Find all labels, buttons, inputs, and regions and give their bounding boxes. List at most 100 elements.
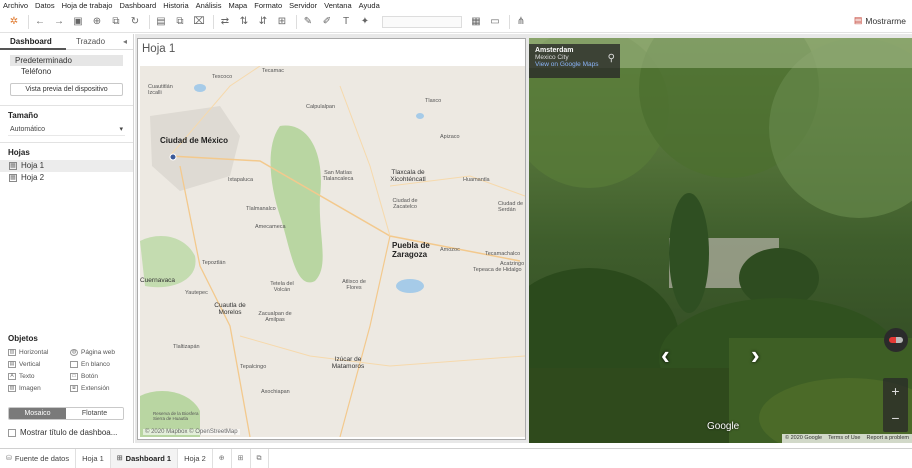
duplicate-icon[interactable]: ⧉ [172,14,188,30]
tab-hoja1[interactable]: Hoja 1 [76,448,111,468]
tiled-button[interactable]: Mosaico [9,408,66,419]
pause-icon[interactable]: ⧉ [108,14,124,30]
device-phone[interactable]: Teléfono [0,66,133,77]
size-select[interactable]: Automático ▾ [8,124,125,136]
object-horizontal[interactable]: ▥ Horizontal [8,348,70,357]
menu-servidor[interactable]: Servidor [289,1,317,10]
object-vertical[interactable]: ▤ Vertical [8,360,70,369]
map-label: Ixtapaluca [228,177,254,183]
redo-icon[interactable]: → [51,14,67,30]
street-view-info-card: Amsterdam Mexico City View on Google Map… [529,44,620,78]
zoom-out-button[interactable]: − [883,405,908,432]
map-label: Tecamachalco [485,251,521,257]
pin-icon[interactable]: ✐ [319,14,335,30]
tab-data-source[interactable]: ⛁ Fuente de datos [0,448,77,468]
location-marker[interactable] [169,153,177,161]
object-text[interactable]: A Texto [8,372,70,381]
sheet-container[interactable]: Hoja 1 Ciudad de México Puebla de Zarago… [137,38,526,440]
menu-ventana[interactable]: Ventana [324,1,352,10]
street-view-footer: © 2020 Google Terms of Use Report a prob… [782,434,912,443]
menu-dashboard[interactable]: Dashboard [119,1,156,10]
report-problem-link[interactable]: Report a problem [867,434,910,443]
menu-datos[interactable]: Datos [35,1,55,10]
sheet-icon: ▦ [9,162,17,170]
swap-icon[interactable]: ⇄ [217,14,233,30]
objects-title: Objetos [8,334,38,343]
horizontal-icon: ▥ [8,349,16,356]
sheet-item-hoja2[interactable]: ▦ Hoja 2 [0,172,133,184]
map-basemap [140,66,525,437]
collapse-pane-icon[interactable]: ◂ [123,34,133,49]
new-sheet-tab-icon[interactable]: ⊕ [213,448,232,468]
new-sheet-icon[interactable]: ▤ [153,14,169,30]
show-cards-icon[interactable]: ▦ [468,14,484,30]
tableau-logo-icon[interactable]: ✲ [6,14,22,30]
dashboard-canvas: Hoja 1 Ciudad de México Puebla de Zarago… [135,34,912,443]
object-image[interactable]: ▨ Imagen [8,384,70,393]
zoom-in-button[interactable]: + [883,378,908,405]
menu-historia[interactable]: Historia [163,1,188,10]
refresh-icon[interactable]: ↻ [127,14,143,30]
tiled-floating-toggle: Mosaico Flotante [8,407,124,420]
map-pin-icon[interactable]: ⚲ [608,53,615,64]
sheet-icon: ▦ [9,174,17,182]
map-view[interactable]: Ciudad de México Puebla de Zaragoza Tlax… [140,66,525,437]
street-view-webpage[interactable]: ‹ › Amsterdam Mexico City View on Google… [529,38,912,443]
map-label: Cuernavaca [140,277,176,284]
object-extension[interactable]: ⧈ Extensión [70,384,130,393]
sheet-item-hoja1[interactable]: ▦ Hoja 1 [0,160,133,172]
floating-button[interactable]: Flotante [66,408,123,419]
copyright-text: © 2020 Google [785,435,823,441]
show-title-checkbox[interactable]: Mostrar título de dashboa... [8,428,117,437]
sort-asc-icon[interactable]: ⇅ [236,14,252,30]
label-icon[interactable]: T [338,14,354,30]
menu-archivo[interactable]: Archivo [3,1,28,10]
sort-desc-icon[interactable]: ⇵ [255,14,271,30]
blank-icon [70,361,78,368]
view-on-google-maps-link[interactable]: View on Google Maps [535,61,614,68]
tab-dashboard1[interactable]: ⊞ Dashboard 1 [110,448,179,468]
new-datasource-icon[interactable]: ⊕ [89,14,105,30]
sheet-title: Hoja 1 [142,43,176,55]
fit-select[interactable] [382,15,462,28]
extension-icon: ⧈ [70,385,78,392]
object-webpage[interactable]: ◍ Página web [70,348,130,357]
fix-axes-icon[interactable]: ✦ [357,14,373,30]
show-me-button[interactable]: ▤ Mostrarme [854,15,906,26]
navigate-left-arrow[interactable]: ‹ [661,340,670,371]
new-dashboard-tab-icon[interactable]: ⊞ [232,448,251,468]
undo-icon[interactable]: ← [32,14,48,30]
tab-label: Fuente de datos [14,453,70,463]
device-default[interactable]: Predeterminado [10,55,123,66]
presentation-icon[interactable]: ▭ [487,14,503,30]
image-icon: ▨ [8,385,16,392]
map-attribution[interactable]: © 2020 Mapbox © OpenStreetMap [143,429,240,435]
tab-dashboard[interactable]: Dashboard [0,34,66,50]
object-blank[interactable]: En blanco [70,360,130,369]
menu-hoja-de-trabajo[interactable]: Hoja de trabajo [62,1,113,10]
dashboard-icon: ⊞ [116,454,123,462]
menu-analisis[interactable]: Análisis [196,1,222,10]
navigate-right-arrow[interactable]: › [751,340,760,371]
map-label: Axochiapan [261,389,290,395]
save-icon[interactable]: ▣ [70,14,86,30]
tab-hoja2[interactable]: Hoja 2 [178,448,213,468]
map-label: Amozoc [440,247,460,253]
compass-icon[interactable] [884,328,908,352]
terms-link[interactable]: Terms of Use [828,434,860,443]
checkbox[interactable] [8,428,16,437]
group-icon[interactable]: ⊞ [274,14,290,30]
menu-mapa[interactable]: Mapa [228,1,247,10]
device-preview-button[interactable]: Vista previa del dispositivo [10,83,123,96]
menu-ayuda[interactable]: Ayuda [359,1,380,10]
share-icon[interactable]: ⋔ [513,14,529,30]
lake [396,279,424,293]
menu-formato[interactable]: Formato [254,1,282,10]
object-button[interactable]: ▭ Botón [70,372,130,381]
sheet-item-label: Hoja 1 [21,161,45,170]
new-story-tab-icon[interactable]: ⧉ [251,448,269,468]
clear-icon[interactable]: ⌧ [191,14,207,30]
highlight-icon[interactable]: ✎ [300,14,316,30]
dashboard-pane: Dashboard Trazado ◂ Predeterminado Teléf… [0,34,134,443]
tab-layout[interactable]: Trazado [66,34,123,50]
